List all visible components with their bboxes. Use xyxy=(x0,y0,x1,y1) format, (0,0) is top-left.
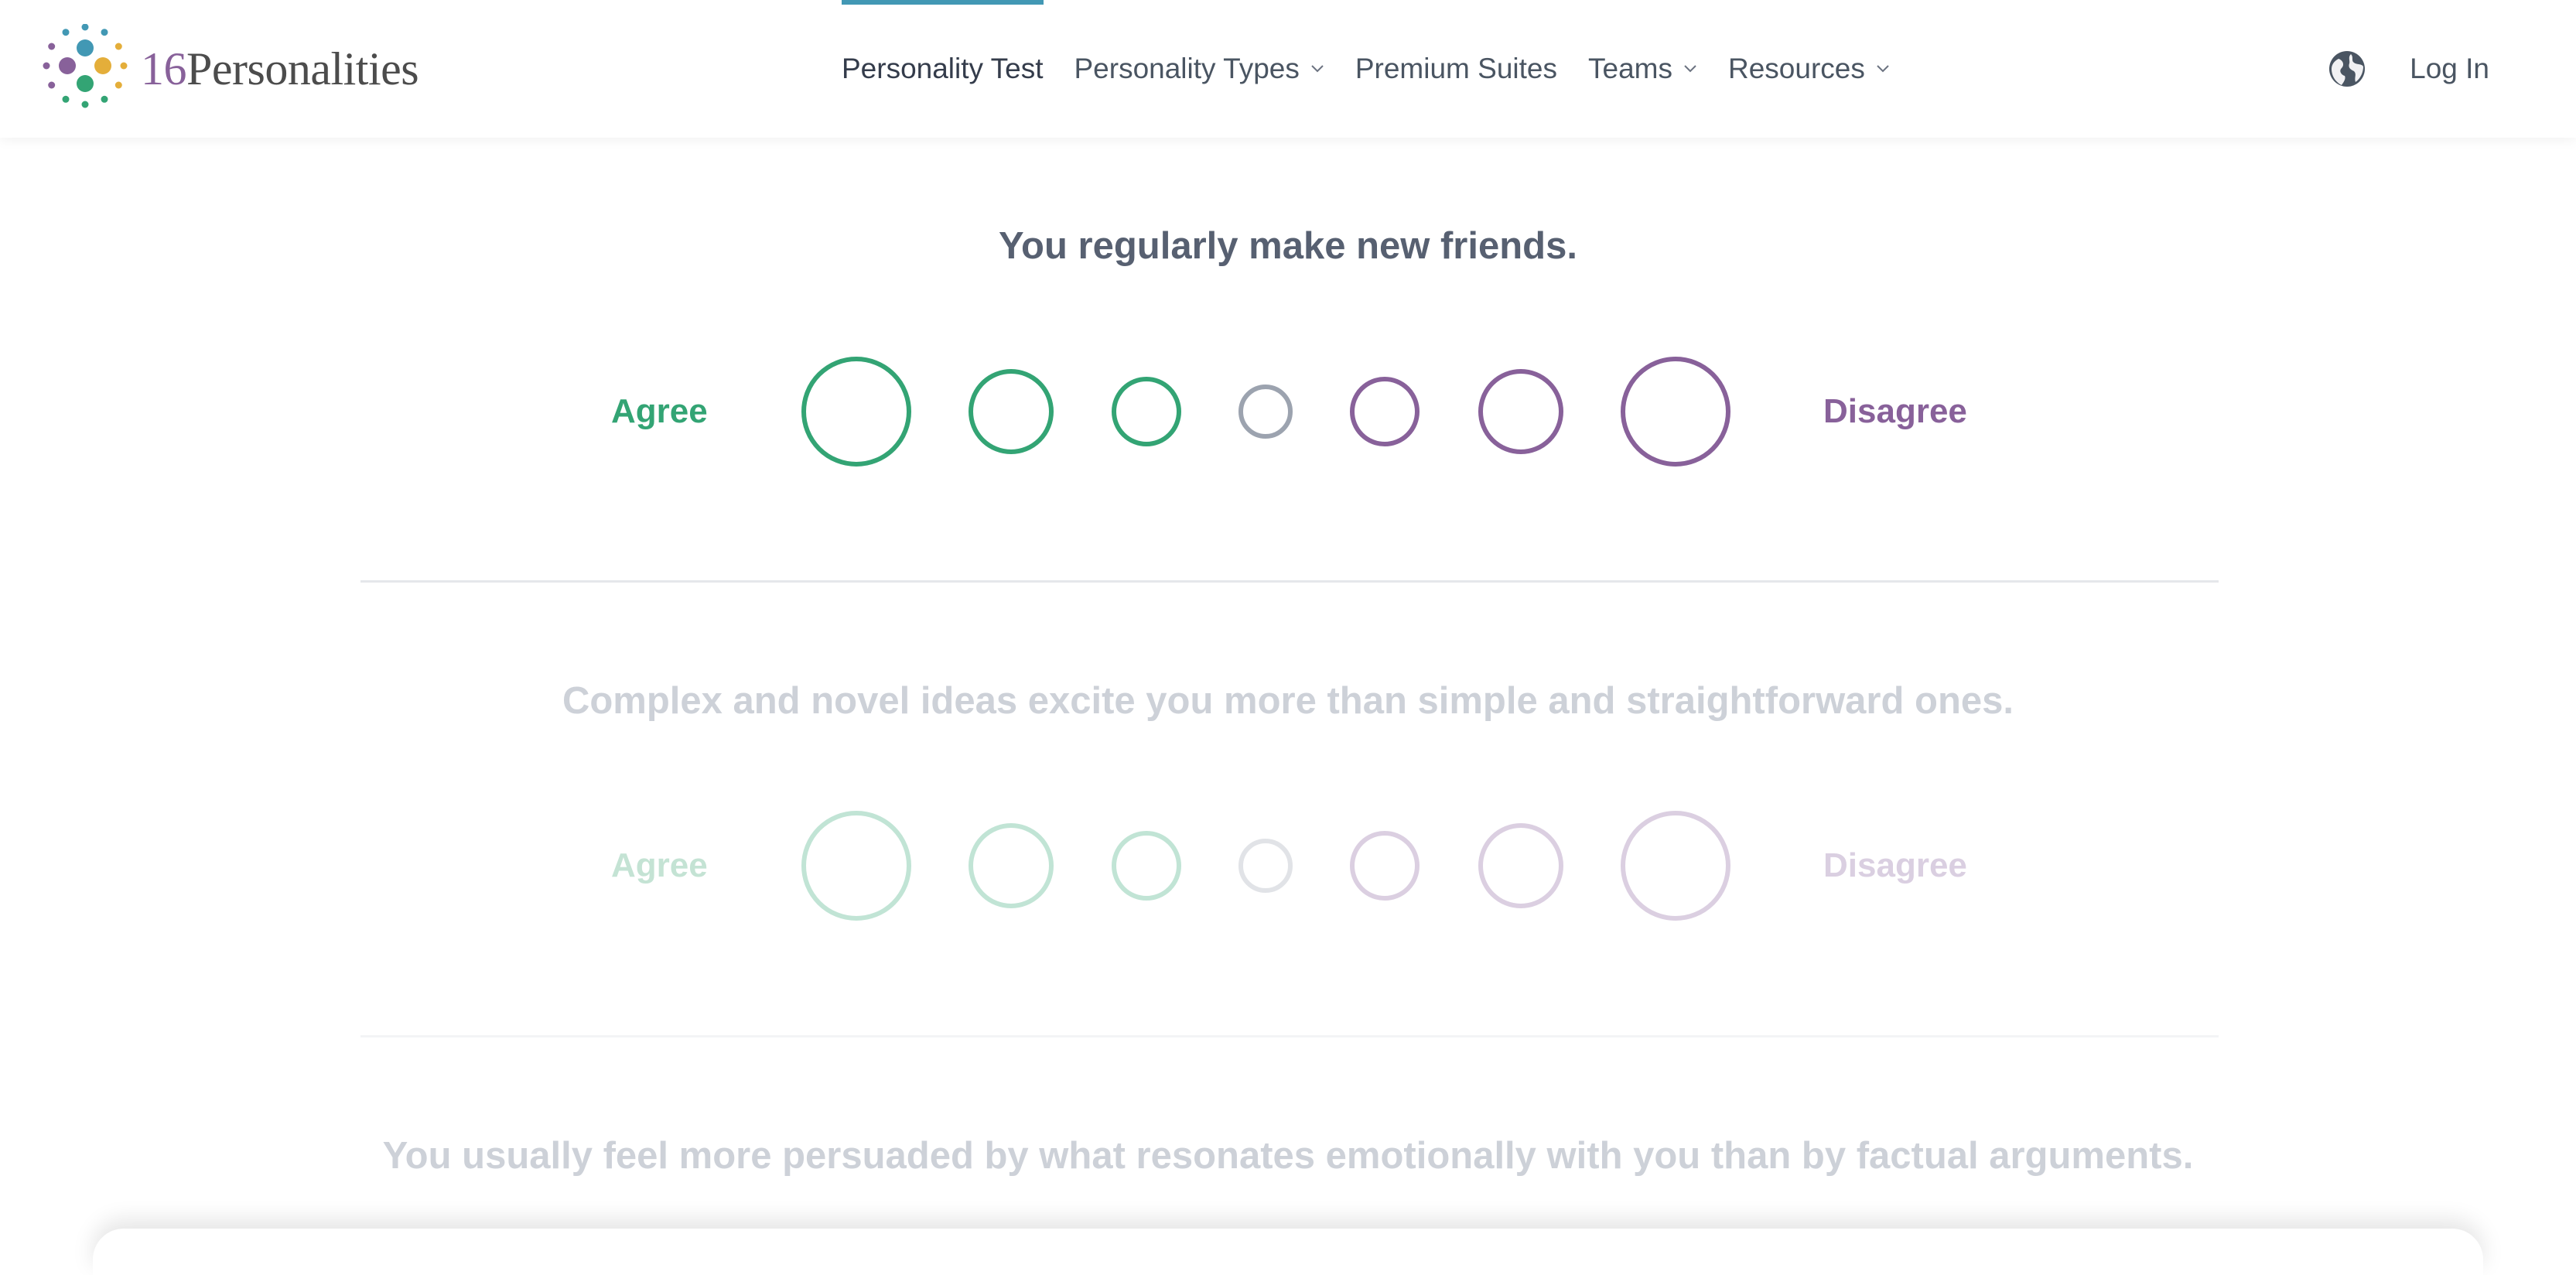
site-header: 16Personalities Personality Test Persona… xyxy=(0,0,2576,138)
question-text: You regularly make new friends. xyxy=(999,225,1577,267)
nav-personality-types-label: Personality Types xyxy=(1074,53,1300,84)
question-text: You usually feel more persuaded by what … xyxy=(382,1135,2194,1177)
bottom-panel-edge xyxy=(93,1229,2483,1275)
option-neutral[interactable] xyxy=(1238,385,1293,439)
main-nav: Personality Test Personality Types Premi… xyxy=(842,0,1921,138)
option-slightly-disagree[interactable] xyxy=(1350,377,1420,446)
disagree-label: Disagree xyxy=(1823,392,1967,430)
question-3: You usually feel more persuaded by what … xyxy=(0,1134,2576,1178)
nav-teams[interactable]: Teams xyxy=(1588,0,1697,138)
nav-resources-label: Resources xyxy=(1727,53,1865,84)
option-disagree[interactable] xyxy=(1478,823,1563,908)
option-agree[interactable] xyxy=(969,823,1054,908)
nav-personality-types[interactable]: Personality Types xyxy=(1074,0,1324,138)
question-divider xyxy=(360,1035,2219,1037)
option-slightly-disagree[interactable] xyxy=(1350,831,1420,901)
nav-personality-test-label: Personality Test xyxy=(842,53,1044,84)
nav-premium-suites[interactable]: Premium Suites xyxy=(1355,0,1557,138)
nav-teams-label: Teams xyxy=(1588,53,1672,84)
brand-logo[interactable]: 16Personalities xyxy=(40,23,419,115)
option-slightly-agree[interactable] xyxy=(1112,831,1181,901)
globe-icon[interactable] xyxy=(2328,50,2366,88)
question-divider xyxy=(360,580,2219,583)
nav-premium-suites-label: Premium Suites xyxy=(1355,53,1557,84)
nav-personality-test[interactable]: Personality Test xyxy=(842,0,1044,138)
header-actions: Log In xyxy=(2328,0,2489,138)
chevron-down-icon xyxy=(1311,65,1324,73)
brand-wordmark: 16Personalities xyxy=(141,43,419,94)
option-strongly-agree[interactable] xyxy=(801,811,911,921)
question-1: You regularly make new friends. xyxy=(0,224,2576,268)
question-2: Complex and novel ideas excite you more … xyxy=(0,679,2576,723)
agree-label: Agree xyxy=(611,846,708,884)
nav-resources[interactable]: Resources xyxy=(1728,0,1890,138)
option-disagree[interactable] xyxy=(1478,369,1563,454)
option-slightly-agree[interactable] xyxy=(1112,377,1181,446)
chevron-down-icon xyxy=(1877,65,1889,73)
agree-label: Agree xyxy=(611,392,708,430)
option-neutral[interactable] xyxy=(1238,839,1293,893)
question-text: Complex and novel ideas excite you more … xyxy=(562,680,2014,722)
option-strongly-disagree[interactable] xyxy=(1621,357,1730,467)
answer-scale-2: Agree Disagree xyxy=(0,808,2576,924)
brand-logo-icon xyxy=(43,24,128,108)
login-link[interactable]: Log In xyxy=(2410,53,2489,85)
option-agree[interactable] xyxy=(969,369,1054,454)
option-strongly-disagree[interactable] xyxy=(1621,811,1730,921)
chevron-down-icon xyxy=(1684,65,1696,73)
option-strongly-agree[interactable] xyxy=(801,357,911,467)
answer-scale-1: Agree Disagree xyxy=(0,354,2576,470)
disagree-label: Disagree xyxy=(1823,846,1967,884)
